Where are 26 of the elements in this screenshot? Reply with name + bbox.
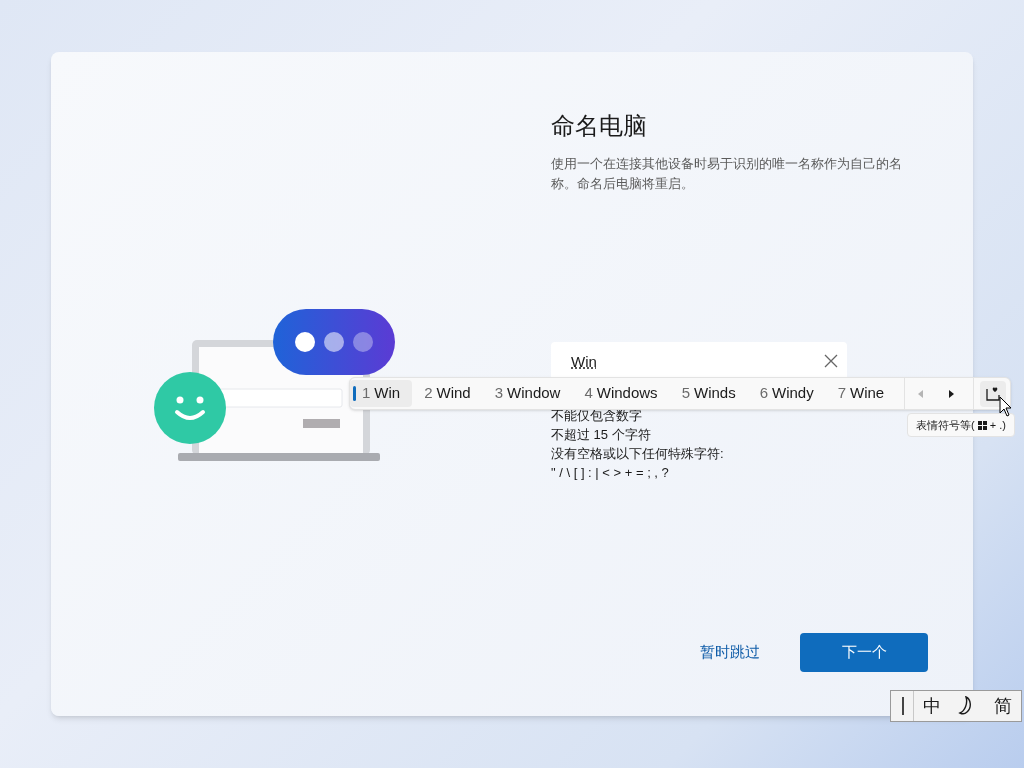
tooltip-text: 表情符号等( (916, 417, 975, 433)
tooltip-shortcut: + .) (989, 417, 1006, 433)
candidate-item[interactable]: 5 Winds (669, 380, 748, 407)
windows-key-icon (977, 420, 987, 430)
name-input-field[interactable]: Win (551, 342, 847, 380)
emoji-button[interactable] (980, 380, 1006, 407)
heart-icon (985, 385, 1001, 402)
name-rule: " / \ [ ] : | < > + = ; , ? (551, 464, 669, 482)
page-description: 使用一个在连接其他设备时易于识别的唯一名称作为自己的名称。命名后电脑将重启。 (551, 155, 903, 193)
clear-icon[interactable] (824, 354, 838, 368)
candidate-item[interactable]: 6 Windy (747, 380, 826, 407)
name-rule: 不超过 15 个字符 (551, 426, 651, 444)
name-rule: 没有空格或以下任何特殊字符: (551, 445, 724, 463)
candidate-item[interactable]: 1 Win (350, 380, 413, 407)
name-rule: 不能仅包含数字 (551, 407, 642, 425)
input-language-toggle[interactable]: 中 (922, 692, 941, 720)
candidate-item[interactable]: 7 Wine (825, 380, 897, 407)
page-title: 命名电脑 (551, 111, 648, 141)
script-toggle[interactable]: 简 (994, 692, 1013, 720)
drag-handle-icon[interactable] (901, 697, 905, 715)
next-button[interactable]: 下一个 (800, 633, 928, 672)
skip-link[interactable]: 暂时跳过 (700, 641, 760, 664)
candidate-item[interactable]: 2 Wind (412, 380, 483, 407)
selection-indicator (353, 386, 356, 401)
candidate-item[interactable]: 3 Window (482, 380, 573, 407)
candidate-item[interactable]: 4 Windows (572, 380, 670, 407)
